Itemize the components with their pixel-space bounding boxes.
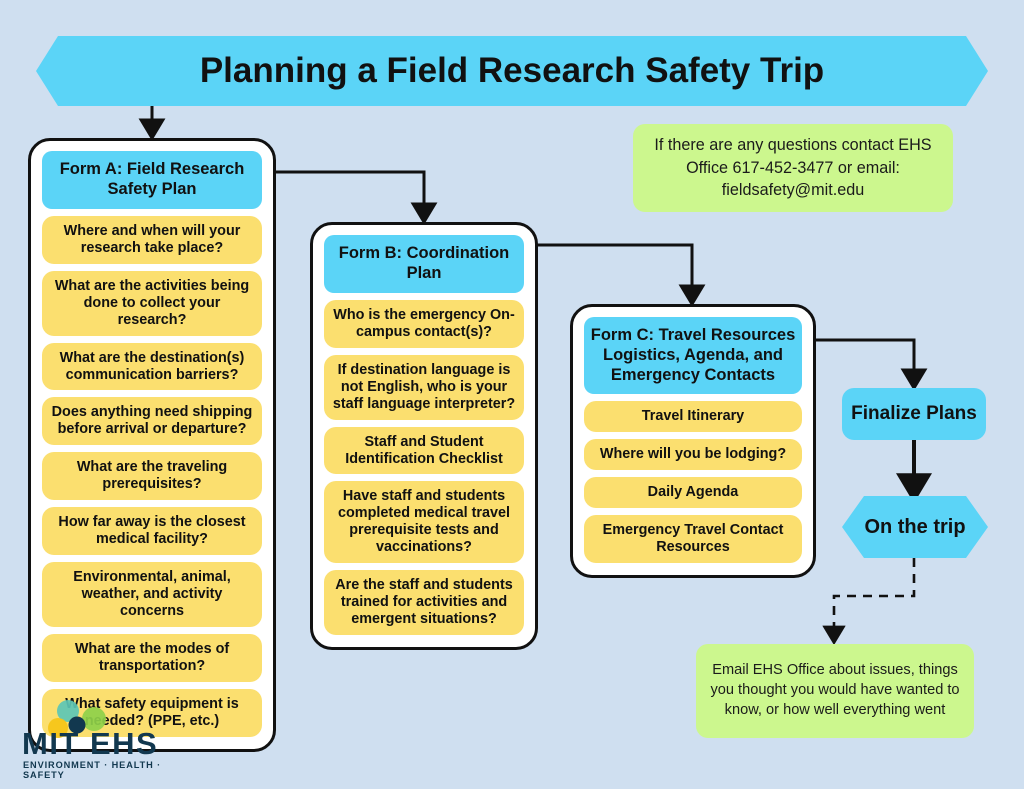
form-c-item-2[interactable]: Where will you be lodging? xyxy=(584,439,802,471)
finalize-plans-box[interactable]: Finalize Plans xyxy=(842,388,986,440)
on-the-trip-box[interactable]: On the trip xyxy=(842,496,988,558)
flowchart-canvas: Planning a Field Research Safety Trip Fo… xyxy=(0,0,1024,789)
page-title-banner: Planning a Field Research Safety Trip xyxy=(36,36,988,106)
form-b-item-5[interactable]: Are the staff and students trained for a… xyxy=(324,570,524,636)
form-c-item-3[interactable]: Daily Agenda xyxy=(584,477,802,509)
form-a-item-2[interactable]: What are the activities being done to co… xyxy=(42,270,262,336)
form-a-item-3[interactable]: What are the destination(s) communicatio… xyxy=(42,342,262,391)
mit-ehs-logo: MIT EHS ENVIRONMENT · HEALTH · SAFETY xyxy=(20,700,200,780)
form-b-card[interactable]: Form B: Coordination Plan Who is the eme… xyxy=(310,222,538,651)
form-c-item-4[interactable]: Emergency Travel Contact Resources xyxy=(584,515,802,564)
form-b-item-1[interactable]: Who is the emergency On-campus contact(s… xyxy=(324,299,524,348)
form-a-item-1[interactable]: Where and when will your research take p… xyxy=(42,215,262,264)
form-c-item-1[interactable]: Travel Itinerary xyxy=(584,401,802,433)
form-c-card[interactable]: Form C: Travel Resources Logistics, Agen… xyxy=(570,304,816,579)
form-a-item-4[interactable]: Does anything need shipping before arriv… xyxy=(42,397,262,446)
page-title: Planning a Field Research Safety Trip xyxy=(199,51,825,90)
form-b-header: Form B: Coordination Plan xyxy=(324,235,524,293)
form-a-item-5[interactable]: What are the traveling prerequisites? xyxy=(42,452,262,501)
form-a-item-8[interactable]: What are the modes of transportation? xyxy=(42,634,262,683)
form-c-header: Form C: Travel Resources Logistics, Agen… xyxy=(584,317,802,395)
form-b-item-2[interactable]: If destination language is not English, … xyxy=(324,354,524,420)
form-a-item-6[interactable]: How far away is the closest medical faci… xyxy=(42,507,262,556)
followup-note: Email EHS Office about issues, things yo… xyxy=(696,644,974,738)
form-a-card[interactable]: Form A: Field Research Safety Plan Where… xyxy=(28,138,276,753)
logo-tagline: ENVIRONMENT · HEALTH · SAFETY xyxy=(23,760,162,780)
form-b-item-3[interactable]: Staff and Student Identification Checkli… xyxy=(324,426,524,475)
form-b-item-4[interactable]: Have staff and students completed medica… xyxy=(324,481,524,564)
contact-note: If there are any questions contact EHS O… xyxy=(633,124,953,212)
logo-wordmark: MIT EHS xyxy=(22,726,159,761)
form-a-header: Form A: Field Research Safety Plan xyxy=(42,151,262,209)
form-a-item-7[interactable]: Environmental, animal, weather, and acti… xyxy=(42,562,262,628)
